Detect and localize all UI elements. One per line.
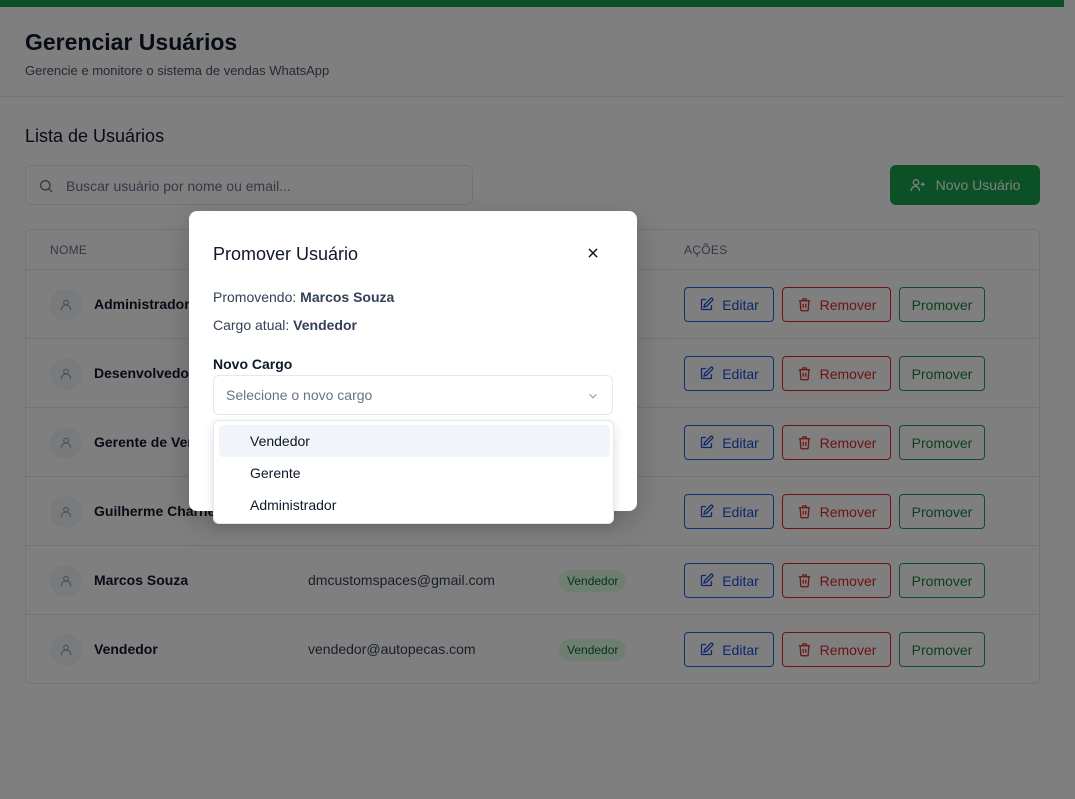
close-icon [588, 248, 598, 258]
promoting-user-name: Marcos Souza [300, 289, 395, 305]
role-option-gerente[interactable]: Gerente [219, 457, 610, 489]
new-role-select[interactable]: Selecione o novo cargo [213, 375, 613, 415]
new-role-label: Novo Cargo [213, 356, 293, 372]
select-placeholder: Selecione o novo cargo [226, 387, 373, 403]
dialog-title: Promover Usuário [213, 244, 359, 264]
role-dropdown-menu: Vendedor Gerente Administrador [213, 420, 614, 524]
chevron-down-icon [589, 393, 597, 399]
close-button[interactable] [583, 243, 603, 263]
current-role-label: Cargo atual: [213, 317, 290, 333]
role-option-vendedor[interactable]: Vendedor [219, 425, 610, 457]
promoting-info: Promovendo: Marcos Souza [213, 289, 394, 305]
promoting-label: Promovendo: [213, 289, 297, 305]
role-option-administrador[interactable]: Administrador [219, 489, 610, 521]
current-role-info: Cargo atual: Vendedor [213, 317, 357, 333]
current-role-value: Vendedor [293, 317, 357, 333]
